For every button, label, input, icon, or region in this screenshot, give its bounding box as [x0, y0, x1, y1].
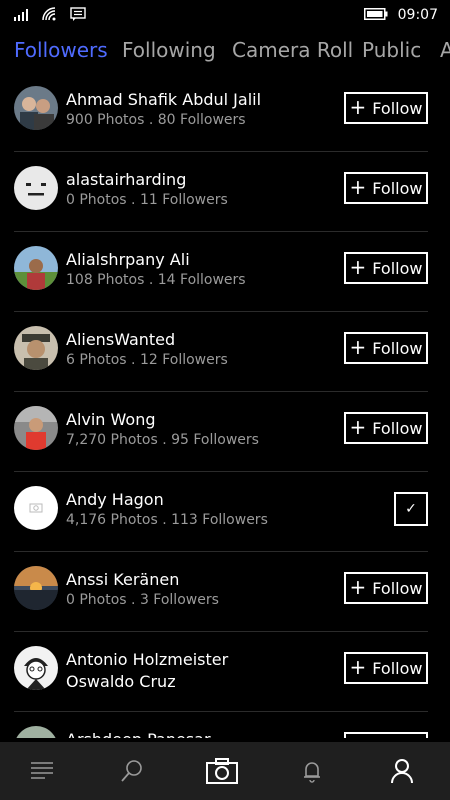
app-bar — [0, 742, 450, 800]
follow-button[interactable]: + Follow — [344, 332, 428, 364]
user-stats: 4,176 Photos . 113 Followers — [66, 512, 268, 528]
feed-icon[interactable] — [22, 754, 62, 788]
plus-icon: + — [349, 655, 367, 679]
tab-public[interactable]: Public — [362, 38, 421, 62]
plus-icon: + — [349, 175, 367, 199]
plus-icon: + — [349, 95, 367, 119]
avatar[interactable] — [14, 566, 58, 610]
user-stats: 6 Photos . 12 Followers — [66, 352, 228, 368]
user-name[interactable]: Anssi Keränen — [66, 570, 179, 589]
search-icon[interactable] — [112, 754, 152, 788]
user-name[interactable]: AliensWanted — [66, 330, 175, 349]
list-item[interactable]: Ahmad Shafik Abdul Jalil 900 Photos . 80… — [14, 72, 428, 152]
user-stats: 108 Photos . 14 Followers — [66, 272, 246, 288]
user-name[interactable]: Antonio Holzmeister — [66, 650, 228, 669]
user-name-continued[interactable]: Oswaldo Cruz — [66, 672, 176, 691]
list-item[interactable]: Anssi Keränen 0 Photos . 3 Followers + F… — [14, 552, 428, 632]
wifi-icon — [42, 6, 58, 25]
user-name[interactable]: Alialshrpany Ali — [66, 250, 190, 269]
list-item[interactable]: Antonio Holzmeister Oswaldo Cruz + Follo… — [14, 632, 428, 712]
follow-label: Follow — [372, 658, 423, 678]
tab-a[interactable]: A — [440, 38, 450, 62]
avatar[interactable] — [14, 406, 58, 450]
user-stats: 0 Photos . 3 Followers — [66, 592, 219, 608]
follow-label: Follow — [372, 418, 423, 438]
plus-icon: + — [349, 575, 367, 599]
follow-button[interactable]: + Follow — [344, 252, 428, 284]
avatar[interactable] — [14, 86, 58, 130]
status-bar: 09:07 — [0, 0, 450, 28]
list-item[interactable]: Alialshrpany Ali 108 Photos . 14 Followe… — [14, 232, 428, 312]
user-stats: 7,270 Photos . 95 Followers — [66, 432, 259, 448]
user-name[interactable]: Andy Hagon — [66, 490, 164, 509]
clock: 09:07 — [397, 6, 438, 23]
plus-icon: + — [349, 255, 367, 279]
follow-label: Follow — [372, 178, 423, 198]
plus-icon: + — [349, 335, 367, 359]
avatar[interactable] — [14, 326, 58, 370]
follow-button[interactable]: + Follow — [344, 652, 428, 684]
avatar[interactable] — [14, 246, 58, 290]
tab-camera-roll[interactable]: Camera Roll — [232, 38, 353, 62]
follow-button[interactable]: + Follow — [344, 172, 428, 204]
list-item[interactable]: Andy Hagon 4,176 Photos . 113 Followers … — [14, 472, 428, 552]
checkmark-icon: ✓ — [405, 501, 417, 517]
follow-label: Follow — [372, 578, 423, 598]
list-item[interactable]: Alvin Wong 7,270 Photos . 95 Followers +… — [14, 392, 428, 472]
list-item[interactable]: AliensWanted 6 Photos . 12 Followers + F… — [14, 312, 428, 392]
tab-bar: Followers Following Camera Roll Public A — [0, 38, 450, 74]
followers-list: Ahmad Shafik Abdul Jalil 900 Photos . 80… — [0, 72, 450, 748]
message-icon — [70, 6, 86, 25]
follow-label: Follow — [372, 98, 423, 118]
avatar[interactable] — [14, 166, 58, 210]
notifications-icon[interactable] — [292, 754, 332, 788]
follow-button[interactable]: + Follow — [344, 572, 428, 604]
follow-label: Follow — [372, 338, 423, 358]
follow-button[interactable]: + Follow — [344, 412, 428, 444]
battery-icon — [363, 5, 388, 24]
profile-icon[interactable] — [382, 754, 422, 788]
user-stats: 900 Photos . 80 Followers — [66, 112, 246, 128]
user-stats: 0 Photos . 11 Followers — [66, 192, 228, 208]
tab-following[interactable]: Following — [122, 38, 216, 62]
follow-button[interactable]: + Follow — [344, 92, 428, 124]
follow-label: Follow — [372, 258, 423, 278]
avatar[interactable] — [14, 646, 58, 690]
avatar[interactable] — [14, 486, 58, 530]
camera-icon[interactable] — [202, 754, 242, 788]
signal-icon — [14, 6, 30, 25]
user-name[interactable]: Ahmad Shafik Abdul Jalil — [66, 90, 261, 109]
list-item[interactable]: alastairharding 0 Photos . 11 Followers … — [14, 152, 428, 232]
user-name[interactable]: alastairharding — [66, 170, 186, 189]
following-button[interactable]: ✓ — [394, 492, 428, 526]
plus-icon: + — [349, 415, 367, 439]
tab-followers[interactable]: Followers — [14, 38, 108, 62]
user-name[interactable]: Alvin Wong — [66, 410, 156, 429]
